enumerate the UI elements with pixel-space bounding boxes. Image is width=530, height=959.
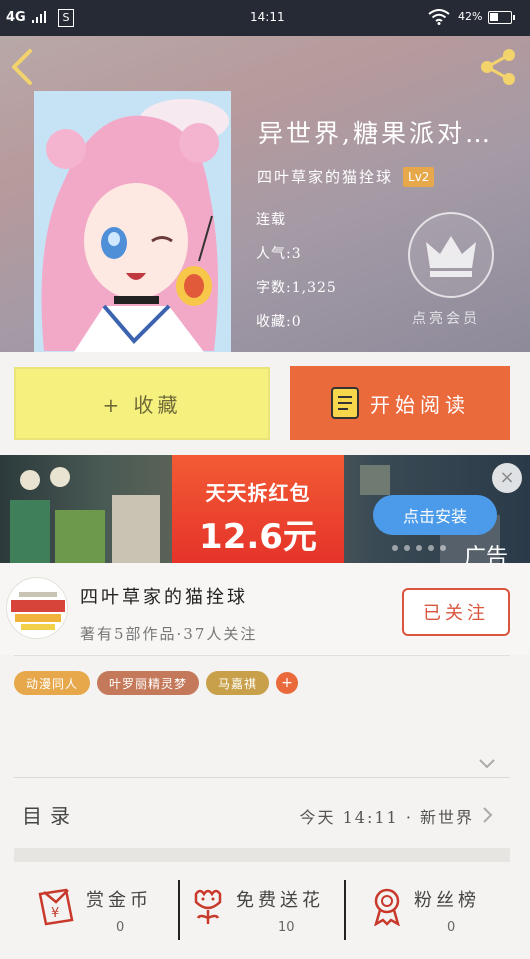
network-indicator: 4G <box>6 10 26 25</box>
svg-text:¥: ¥ <box>51 906 59 921</box>
chevron-right-icon <box>483 807 493 823</box>
medal-icon <box>374 888 400 926</box>
send-flower-button[interactable]: 免费送花 10 <box>190 872 340 959</box>
fan-ranking-button[interactable]: 粉丝榜 0 <box>370 872 510 959</box>
ad-amount: 12.6元 <box>199 517 317 557</box>
stat-label: 免费送花 <box>236 890 324 911</box>
stats-bar: ¥ 赏金币 0 免费送花 10 粉丝榜 0 <box>0 872 530 959</box>
author-row: 四叶草家的猫拴球 Lv2 <box>257 166 435 187</box>
add-tag-button[interactable]: + <box>276 672 299 694</box>
stat-label: 赏金币 <box>86 890 152 911</box>
crown-icon <box>426 236 476 277</box>
ad-banner[interactable]: 天天拆红包 12.6元 点击安装 × 广告 <box>0 455 530 563</box>
battery-icon <box>488 11 515 24</box>
ad-headline: 天天拆红包 <box>205 481 311 505</box>
follow-button[interactable]: 已关注 <box>402 588 510 636</box>
flower-icon <box>194 889 222 924</box>
author-card-summary: 著有5部作品·37人关注 <box>80 625 258 643</box>
author-card-name: 四叶草家的猫拴球 <box>80 587 248 608</box>
red-packet-panel: 天天拆红包 12.6元 <box>172 455 344 563</box>
sim-icon: S <box>58 9 74 27</box>
divider <box>178 880 180 940</box>
section-separator <box>14 848 510 862</box>
stat-value: 0 <box>447 920 456 935</box>
ad-close-icon[interactable]: × <box>492 463 522 493</box>
collect-button[interactable]: + 收藏 <box>14 367 270 440</box>
popularity: 人气:3 <box>256 246 302 262</box>
red-envelope-icon: ¥ <box>38 888 74 926</box>
share-icon[interactable] <box>478 46 520 88</box>
start-reading-button[interactable]: 开始阅读 <box>290 366 510 440</box>
author-card[interactable]: 四叶草家的猫拴球 著有5部作品·37人关注 已关注 <box>0 563 530 655</box>
signal-icon <box>32 11 46 23</box>
favorites-count: 收藏:0 <box>256 314 302 330</box>
author-avatar[interactable] <box>6 577 68 639</box>
ad-pager-dots <box>392 545 446 551</box>
ad-install-button[interactable]: 点击安装 <box>373 495 497 535</box>
anime-girl-illustration <box>34 91 231 352</box>
latest-chapter: 今天 14:11 · 新世界 <box>299 808 474 827</box>
tag-item[interactable]: 马嘉祺 <box>206 671 270 695</box>
divider <box>14 777 510 778</box>
tag-item[interactable]: 动漫同人 <box>14 671 91 695</box>
toc-label: 目录 <box>22 804 78 828</box>
reward-coins-button[interactable]: ¥ 赏金币 0 <box>36 872 166 959</box>
book-cover-image <box>34 91 231 352</box>
level-badge: Lv2 <box>403 166 435 187</box>
stat-value: 10 <box>278 920 295 935</box>
status-time: 14:11 <box>250 10 285 24</box>
tag-list: 动漫同人 叶罗丽精灵梦 马嘉祺 + <box>14 671 299 695</box>
stat-label: 粉丝榜 <box>414 890 480 911</box>
divider <box>14 655 510 656</box>
author-name[interactable]: 四叶草家的猫拴球 <box>257 166 393 187</box>
book-icon <box>331 387 359 419</box>
vip-label[interactable]: 点亮会员 <box>412 308 480 328</box>
book-header: 异世界,糖果派对… 四叶草家的猫拴球 Lv2 连载 人气:3 字数:1,325 … <box>0 36 530 352</box>
start-reading-label: 开始阅读 <box>370 392 470 417</box>
wifi-icon <box>428 9 450 25</box>
table-of-contents-row[interactable]: 目录 今天 14:11 · 新世界 <box>0 788 530 842</box>
back-arrow-icon[interactable] <box>8 48 36 86</box>
serial-status: 连载 <box>256 212 286 228</box>
status-bar: 4G S 14:11 42% <box>0 0 530 36</box>
stat-value: 0 <box>116 920 125 935</box>
chevron-down-icon[interactable] <box>478 758 496 770</box>
divider <box>344 880 346 940</box>
vip-crown-button[interactable] <box>408 212 494 298</box>
avatar-logo <box>8 579 67 638</box>
book-title: 异世界,糖果派对… <box>258 119 493 148</box>
word-count: 字数:1,325 <box>256 280 337 296</box>
tag-item[interactable]: 叶罗丽精灵梦 <box>97 671 200 695</box>
ad-label: 广告 <box>464 545 509 563</box>
battery-percent: 42% <box>458 10 483 23</box>
